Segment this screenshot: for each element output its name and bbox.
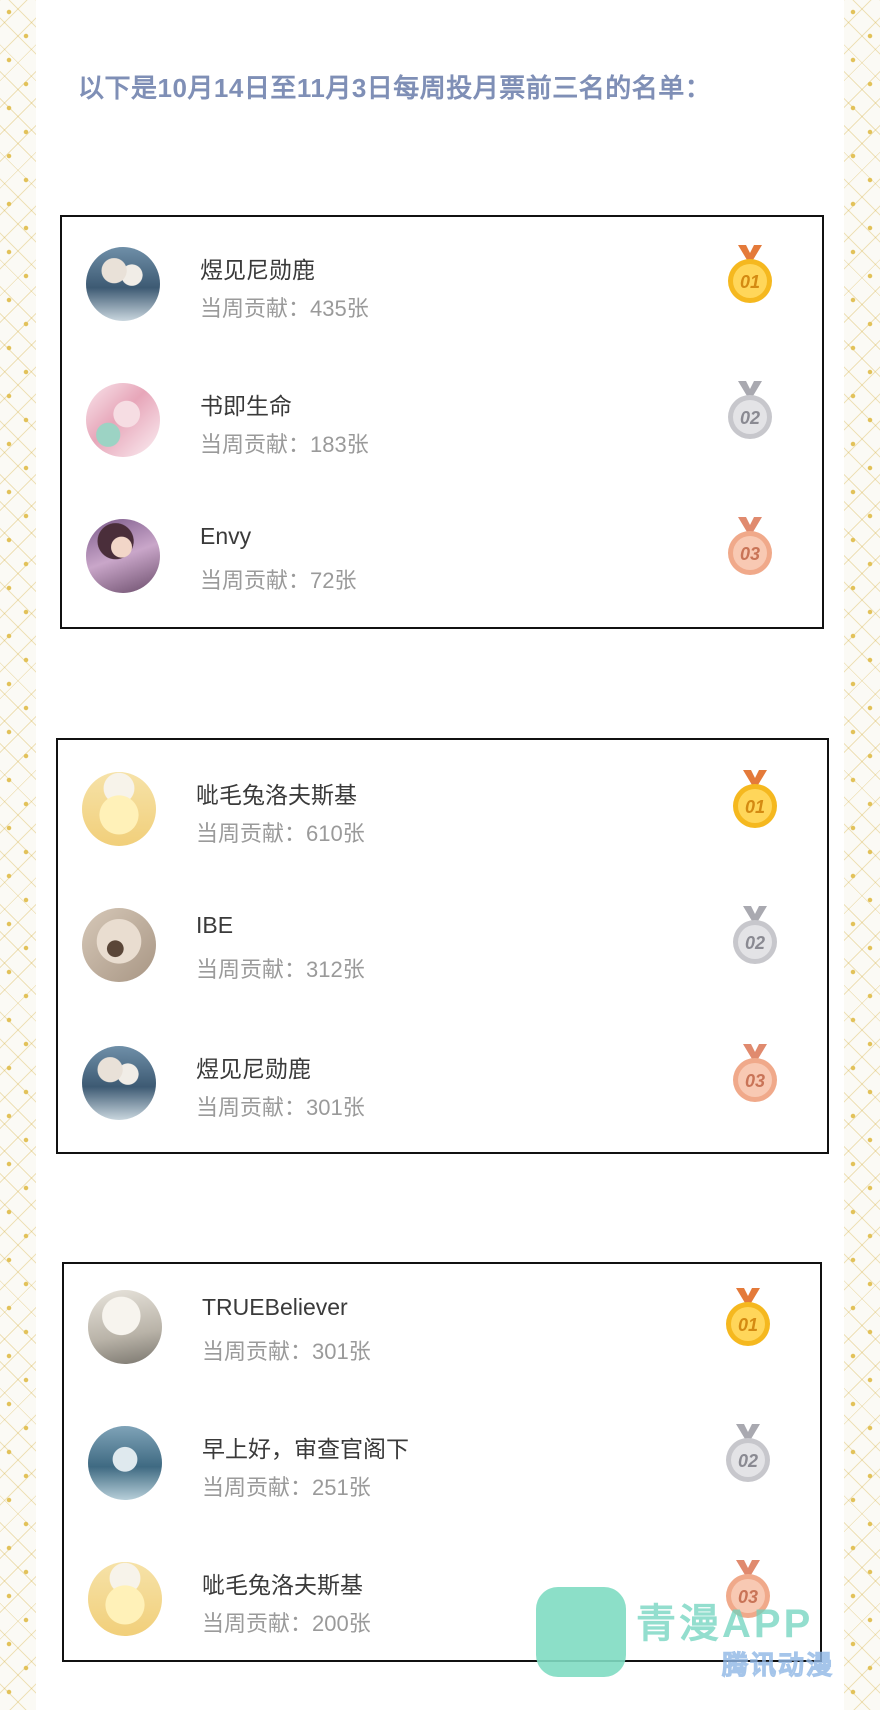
bronze-medal-icon: 03: [728, 517, 772, 575]
user-avatar[interactable]: [86, 247, 160, 321]
user-name: 煜见尼勋鹿: [196, 1056, 311, 1082]
silver-medal-icon: 02: [733, 906, 777, 964]
medal-rank: 03: [740, 544, 760, 564]
medal-rank: 02: [738, 1451, 758, 1471]
watermark-title: 青漫APP: [636, 1602, 814, 1646]
user-name: 呲毛兔洛夫斯基: [202, 1572, 363, 1598]
user-avatar[interactable]: [82, 908, 156, 982]
medal-rank: 02: [745, 933, 765, 953]
app-watermark: 青漫APP 腾讯动漫: [536, 1585, 833, 1685]
ranking-card-week-1: 煜见尼勋鹿 当周贡献：435张 01 书即生命 当周贡献：183张 02 Env…: [60, 215, 824, 629]
user-avatar[interactable]: [88, 1290, 162, 1364]
decorative-border-right: [844, 0, 880, 1710]
user-name: TRUEBeliever: [202, 1294, 348, 1320]
ranking-row[interactable]: Envy 当周贡献：72张 03: [86, 515, 798, 599]
medal-rank: 01: [745, 797, 765, 817]
ranking-card-week-2: 呲毛兔洛夫斯基 当周贡献：610张 01 IBE 当周贡献：312张 02 煜见…: [56, 738, 829, 1154]
user-avatar[interactable]: [88, 1562, 162, 1636]
ranking-row[interactable]: 煜见尼勋鹿 当周贡献：435张 01: [86, 243, 798, 327]
silver-medal-icon: 02: [726, 1424, 770, 1482]
medal-rank: 03: [745, 1071, 765, 1091]
weekly-contribution: 当周贡献：200张: [202, 1611, 371, 1636]
ranking-row[interactable]: 煜见尼勋鹿 当周贡献：301张 03: [82, 1042, 803, 1126]
user-avatar[interactable]: [82, 1046, 156, 1120]
cat-logo-icon: [536, 1587, 626, 1677]
user-name: 煜见尼勋鹿: [200, 257, 315, 283]
user-avatar[interactable]: [86, 519, 160, 593]
silver-medal-icon: 02: [728, 381, 772, 439]
gold-medal-icon: 01: [728, 245, 772, 303]
user-avatar[interactable]: [88, 1426, 162, 1500]
ranking-row[interactable]: 早上好，审查官阁下 当周贡献：251张 02: [88, 1422, 796, 1506]
user-name: Envy: [200, 523, 252, 549]
user-name: 书即生命: [200, 393, 292, 419]
medal-rank: 02: [740, 408, 760, 428]
weekly-contribution: 当周贡献：183张: [200, 432, 369, 457]
ranking-row[interactable]: 书即生命 当周贡献：183张 02: [86, 379, 798, 463]
decorative-border-left: [0, 0, 36, 1710]
medal-rank: 01: [740, 272, 760, 292]
ranking-row[interactable]: TRUEBeliever 当周贡献：301张 01: [88, 1286, 796, 1370]
weekly-contribution: 当周贡献：435张: [200, 296, 369, 321]
weekly-contribution: 当周贡献：72张: [200, 568, 357, 593]
weekly-contribution: 当周贡献：610张: [196, 821, 365, 846]
gold-medal-icon: 01: [726, 1288, 770, 1346]
user-name: IBE: [196, 912, 234, 938]
weekly-contribution: 当周贡献：301张: [202, 1339, 371, 1364]
user-avatar[interactable]: [82, 772, 156, 846]
weekly-contribution: 当周贡献：301张: [196, 1095, 365, 1120]
weekly-contribution: 当周贡献：251张: [202, 1475, 371, 1500]
gold-medal-icon: 01: [733, 770, 777, 828]
page-title: 以下是10月14日至11月3日每周投月票前三名的名单：: [78, 73, 712, 103]
user-name: 早上好，审查官阁下: [202, 1436, 409, 1462]
weekly-contribution: 当周贡献：312张: [196, 957, 365, 982]
medal-rank: 01: [738, 1315, 758, 1335]
user-name: 呲毛兔洛夫斯基: [196, 782, 357, 808]
watermark-subtitle: 腾讯动漫: [721, 1650, 835, 1681]
bronze-medal-icon: 03: [733, 1044, 777, 1102]
user-avatar[interactable]: [86, 383, 160, 457]
ranking-row[interactable]: IBE 当周贡献：312张 02: [82, 904, 803, 988]
ranking-row[interactable]: 呲毛兔洛夫斯基 当周贡献：610张 01: [82, 768, 803, 852]
